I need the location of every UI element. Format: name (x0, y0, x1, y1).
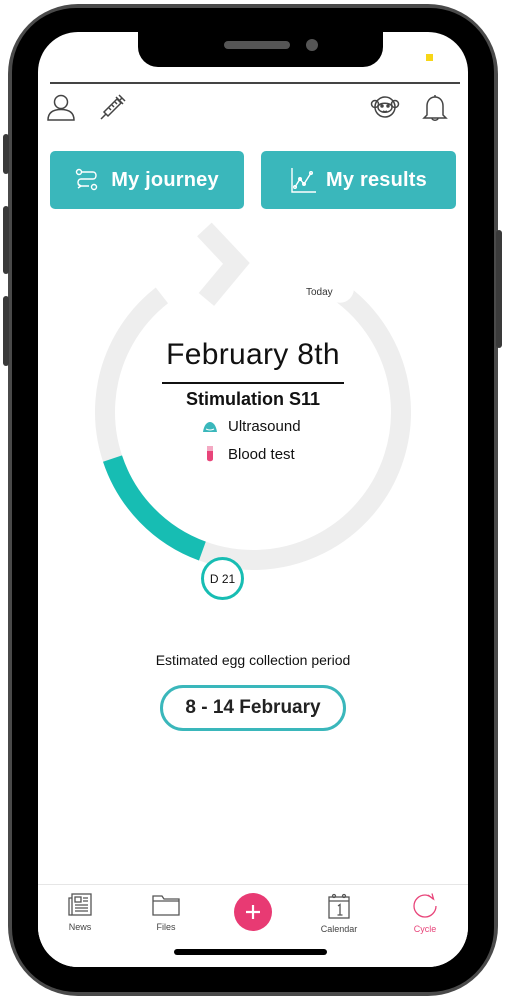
line-chart-icon (291, 168, 317, 193)
status-indicator (426, 54, 433, 61)
medication-button[interactable] (96, 90, 130, 124)
today-label: Today (306, 287, 333, 298)
date-underline (162, 382, 344, 384)
side-button-volume-down (3, 296, 9, 366)
newspaper-icon (68, 893, 92, 916)
header-divider (50, 82, 460, 84)
side-button-mute (3, 134, 9, 174)
my-journey-label: My journey (111, 168, 219, 191)
monkey-face-icon (370, 96, 400, 118)
egg-collection-label: Estimated egg collection period (155, 652, 351, 668)
side-button-volume-up (3, 206, 9, 274)
tab-files[interactable]: Files (131, 885, 201, 945)
test-tube-icon (207, 446, 213, 462)
plus-icon (246, 905, 260, 919)
route-icon (76, 168, 98, 191)
syringe-icon (100, 94, 126, 120)
egg-collection-range[interactable]: 8 - 14 February (160, 685, 346, 731)
cycle-phase: Stimulation S11 (185, 389, 321, 409)
ultrasound-icon (203, 421, 217, 432)
appointment-label: Ultrasound (228, 418, 301, 435)
add-button[interactable] (234, 893, 272, 931)
speaker (224, 41, 290, 49)
cycle-day-badge[interactable]: D 21 (201, 557, 244, 600)
my-results-label: My results (326, 168, 427, 191)
tab-cycle[interactable]: Cycle (390, 885, 460, 945)
appointment-label: Blood test (228, 445, 295, 463)
cycle-direction-arrow (197, 222, 250, 306)
camera (306, 39, 318, 51)
cycle-day-text: D 21 (209, 571, 236, 586)
profile-button[interactable] (44, 90, 78, 124)
bell-icon (422, 95, 448, 121)
tab-label: Calendar (320, 924, 358, 934)
notifications-button[interactable] (418, 90, 452, 124)
app-screen: My journey My results Today February 8th… (38, 32, 468, 967)
appointment-ultrasound[interactable]: Ultrasound (202, 418, 301, 435)
home-indicator[interactable] (174, 949, 327, 955)
appointment-blood-test[interactable]: Blood test (202, 445, 295, 463)
folder-icon (152, 895, 180, 916)
tab-label: News (68, 922, 92, 932)
side-button-power (496, 230, 502, 348)
tab-label: Cycle (413, 924, 437, 934)
cycle-icon (413, 893, 437, 918)
tab-calendar[interactable]: Calendar (304, 885, 374, 945)
calendar-icon (328, 893, 350, 919)
my-results-button[interactable]: My results (261, 151, 456, 209)
user-icon (47, 94, 75, 121)
tab-label: Files (156, 922, 176, 932)
egg-collection-range-text: 8 - 14 February (185, 697, 321, 718)
current-date: February 8th (166, 338, 340, 371)
companion-button[interactable] (368, 90, 402, 124)
tab-news[interactable]: News (45, 885, 115, 945)
my-journey-button[interactable]: My journey (50, 151, 244, 209)
cycle-progress (103, 455, 206, 561)
notch (138, 32, 383, 67)
